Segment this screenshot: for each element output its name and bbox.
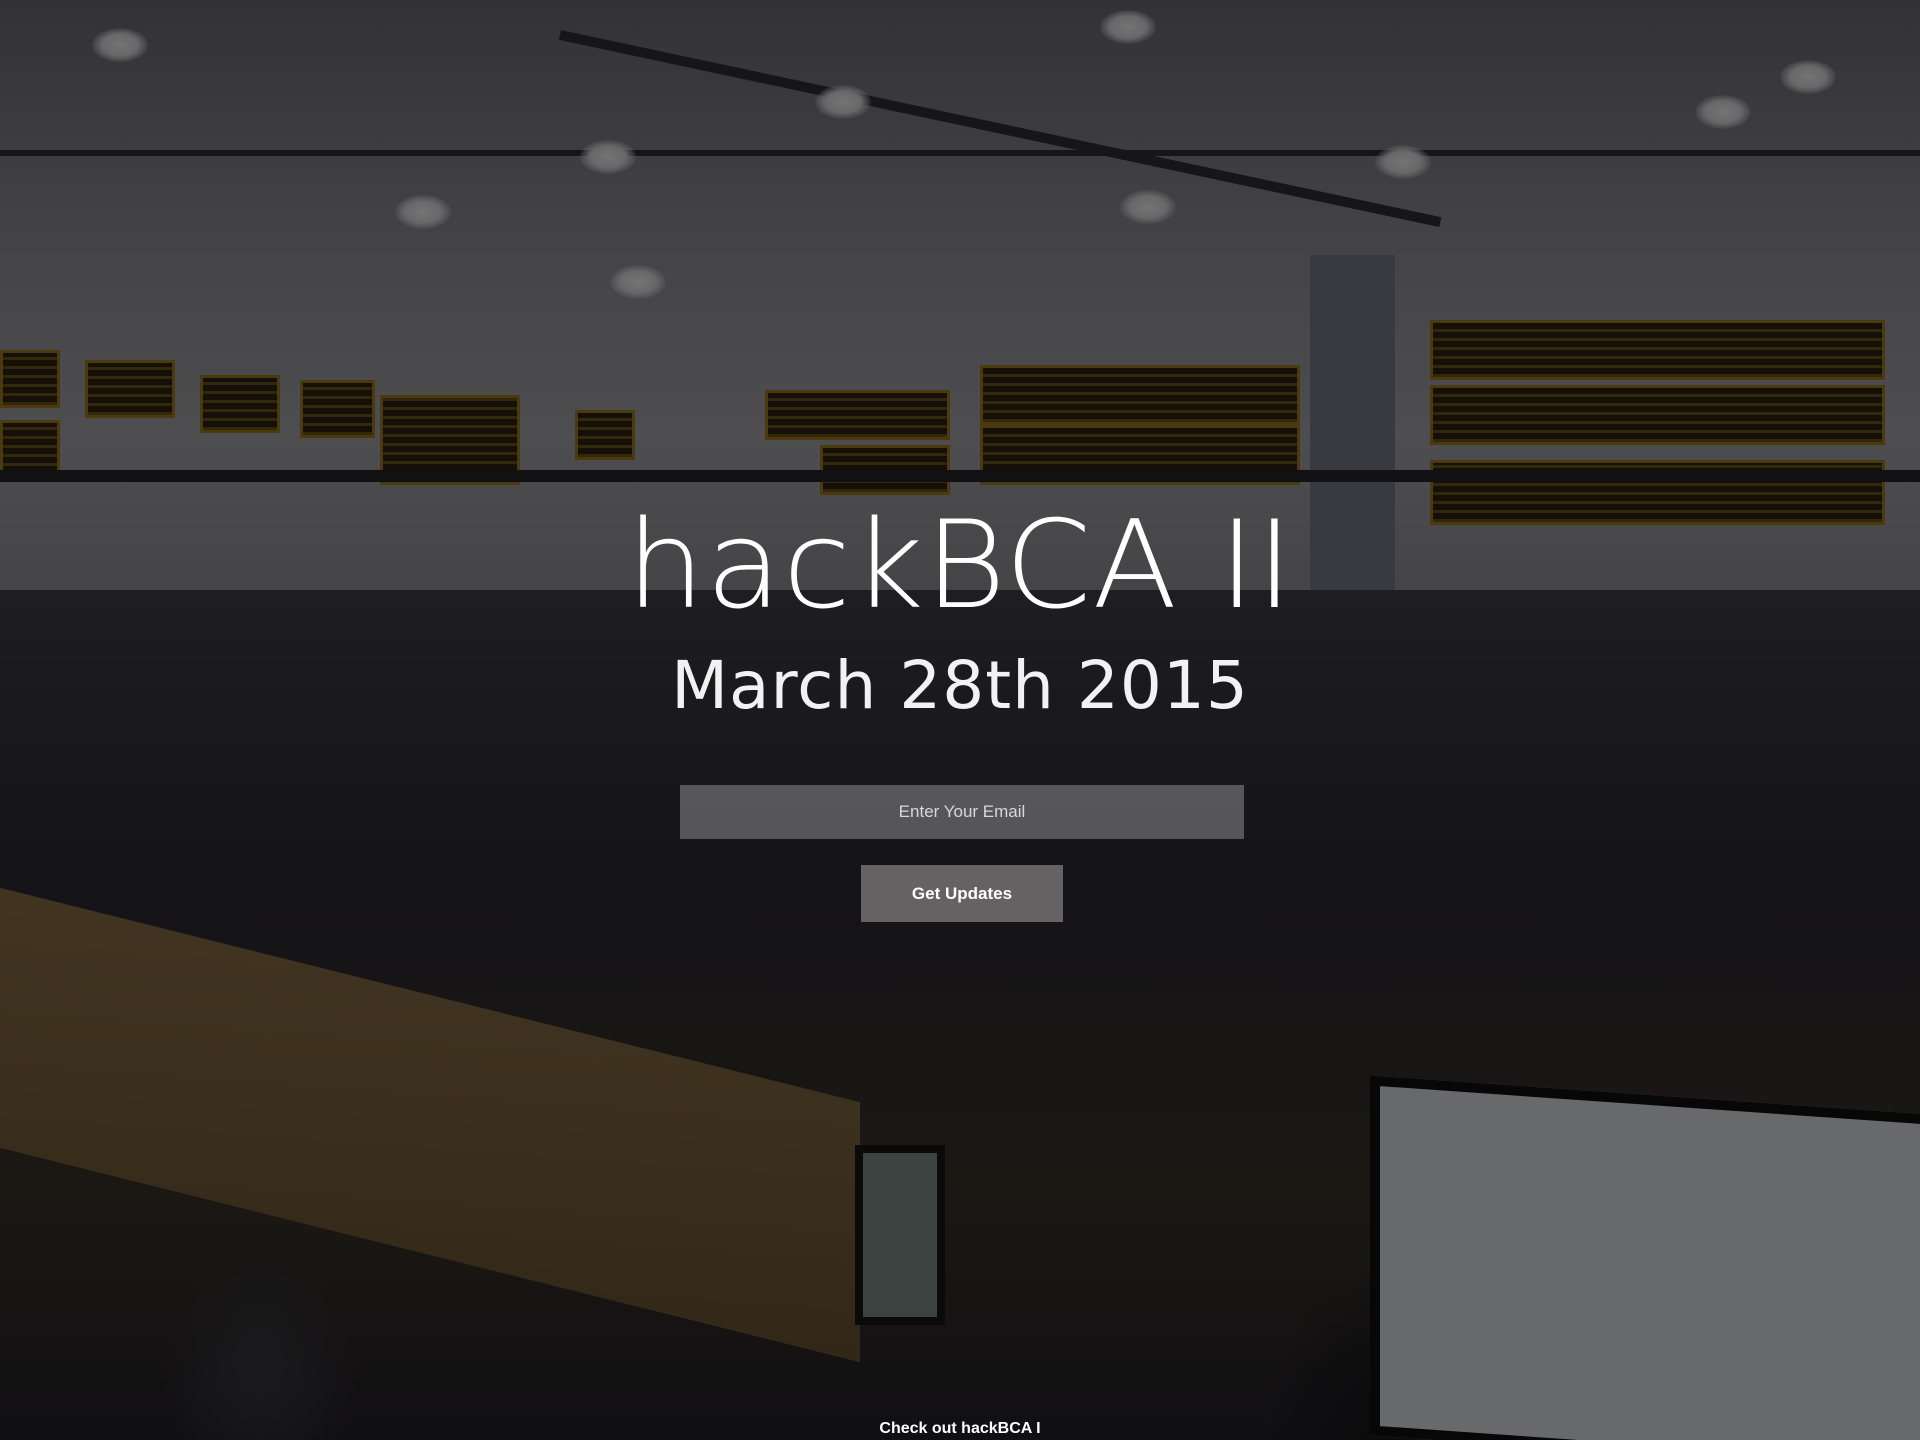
get-updates-button[interactable]: Get Updates xyxy=(861,865,1063,922)
email-input[interactable] xyxy=(680,785,1244,839)
event-date: March 28th 2015 xyxy=(671,647,1249,724)
hero-title: hackBCA II xyxy=(626,495,1294,637)
hackbca-i-link[interactable]: Check out hackBCA I xyxy=(0,1418,1920,1440)
